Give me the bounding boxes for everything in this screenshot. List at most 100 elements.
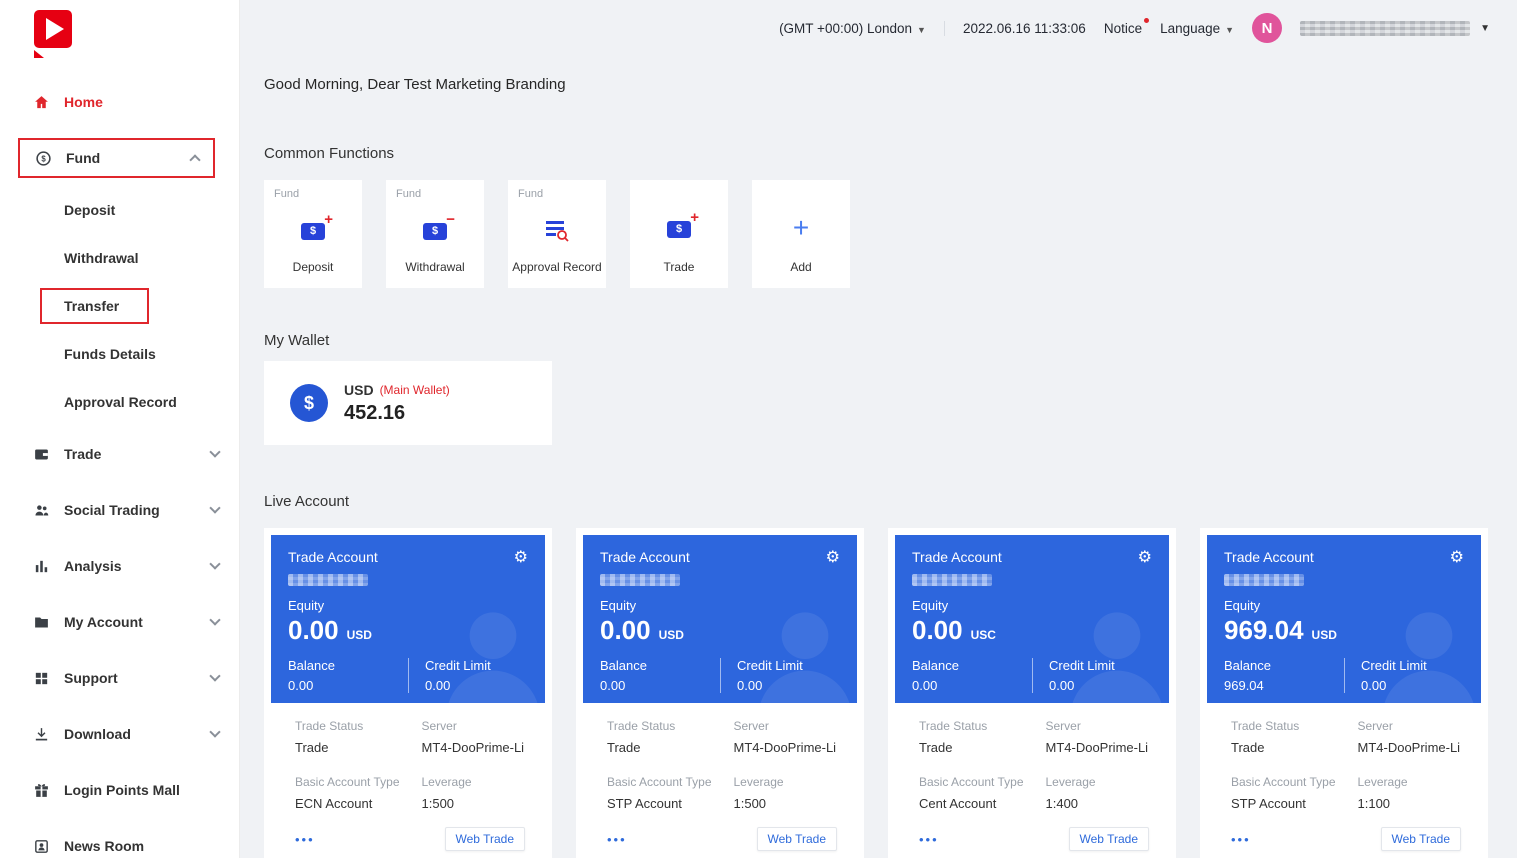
balance-label: Balance: [288, 658, 408, 673]
greeting: Good Morning, Dear Test Marketing Brandi…: [264, 76, 1490, 93]
sidebar-item-trade[interactable]: Trade: [0, 426, 239, 482]
web-trade-button[interactable]: Web Trade: [1069, 827, 1149, 851]
web-trade-button[interactable]: Web Trade: [757, 827, 837, 851]
settings-gear-icon[interactable]: ⚙: [826, 549, 840, 565]
balance-label: Balance: [912, 658, 1032, 673]
my-account-icon: [32, 613, 50, 631]
section-title-my-wallet: My Wallet: [264, 332, 1490, 349]
function-label: Add: [752, 260, 850, 288]
account-number-blurred: [1224, 574, 1304, 586]
equity-value: 0.00: [600, 615, 651, 646]
web-trade-button[interactable]: Web Trade: [1381, 827, 1461, 851]
function-card-deposit[interactable]: Fund $+ Deposit: [264, 180, 362, 288]
chevron-down-icon: [209, 614, 220, 625]
analysis-icon: [32, 557, 50, 575]
app-window: Home $ Fund Deposit Withdrawal Transfer …: [0, 0, 1517, 858]
more-actions-icon[interactable]: •••: [607, 832, 627, 847]
account-card-header: Trade Account ⚙ Equity 0.00 USD Balance …: [271, 535, 545, 703]
sidebar-item-label: Support: [64, 670, 118, 686]
sidebar-item-news-room[interactable]: News Room: [0, 818, 239, 858]
settings-gear-icon[interactable]: ⚙: [1138, 549, 1152, 565]
account-card-body: Trade Status Trade Server MT4-DooPrime-L…: [583, 703, 857, 851]
account-card-header: Trade Account ⚙ Equity 969.04 USD Balanc…: [1207, 535, 1481, 703]
trade-status-field: Trade Status Trade: [295, 719, 422, 755]
sidebar-item-deposit[interactable]: Deposit: [0, 186, 239, 234]
equity-currency: USC: [971, 628, 996, 642]
sidebar-item-transfer[interactable]: Transfer: [0, 282, 239, 330]
balance-value: 969.04: [1224, 678, 1344, 693]
account-card-body: Trade Status Trade Server MT4-DooPrime-L…: [895, 703, 1169, 851]
account-card-title: Trade Account: [1224, 549, 1314, 565]
sidebar-subitem-label: Approval Record: [64, 394, 177, 410]
function-label: Deposit: [264, 260, 362, 288]
sidebar-item-download[interactable]: Download: [0, 706, 239, 762]
function-card-trade[interactable]: $+ Trade: [630, 180, 728, 288]
leverage-field: Leverage 1:500: [422, 775, 526, 811]
settings-gear-icon[interactable]: ⚙: [514, 549, 528, 565]
account-card-title: Trade Account: [912, 549, 1002, 565]
withdrawal-icon: $−: [386, 200, 484, 260]
sidebar-subitem-label: Transfer: [40, 288, 149, 324]
trade-account-card: Trade Account ⚙ Equity 0.00 USD Balance …: [264, 528, 552, 858]
more-actions-icon[interactable]: •••: [295, 832, 315, 847]
chevron-down-icon: [209, 726, 220, 737]
server-field: Server MT4-DooPrime-Li...: [1046, 719, 1150, 755]
sidebar-item-withdrawal[interactable]: Withdrawal: [0, 234, 239, 282]
sidebar-subitem-label: Funds Details: [64, 346, 156, 362]
sidebar-item-approval-record[interactable]: Approval Record: [0, 378, 239, 426]
sidebar-item-label: Social Trading: [64, 502, 160, 518]
function-category: Fund: [386, 180, 484, 200]
sidebar-item-support[interactable]: Support: [0, 650, 239, 706]
trade-account-card: Trade Account ⚙ Equity 0.00 USC Balance …: [888, 528, 1176, 858]
server-field: Server MT4-DooPrime-Li...: [734, 719, 838, 755]
user-menu-caret-icon[interactable]: ▼: [1480, 23, 1490, 34]
function-category: Fund: [264, 180, 362, 200]
web-trade-button[interactable]: Web Trade: [445, 827, 525, 851]
sidebar-item-label: Login Points Mall: [64, 782, 180, 798]
chevron-down-icon: [209, 446, 220, 457]
timezone-label: (GMT +00:00) London: [779, 21, 912, 36]
topbar-divider: [944, 21, 945, 36]
approval-record-icon: [508, 200, 606, 260]
equity-value: 0.00: [912, 615, 963, 646]
sidebar-item-login-points-mall[interactable]: Login Points Mall: [0, 762, 239, 818]
add-icon: +: [752, 196, 850, 260]
account-number-blurred: [912, 574, 992, 586]
balance-value: 0.00: [912, 678, 1032, 693]
avatar[interactable]: N: [1252, 13, 1282, 43]
usd-wallet-icon: $: [290, 384, 328, 422]
topbar: (GMT +00:00) London▼ 2022.06.16 11:33:06…: [264, 0, 1490, 56]
svg-text:$: $: [41, 154, 46, 163]
server-field: Server MT4-DooPrime-Li...: [422, 719, 526, 755]
chevron-down-icon: [209, 502, 220, 513]
news-room-icon: [32, 837, 50, 855]
equity-value: 969.04: [1224, 615, 1304, 646]
server-field: Server MT4-DooPrime-Li...: [1358, 719, 1462, 755]
login-points-mall-icon: [32, 781, 50, 799]
trade-status-field: Trade Status Trade: [919, 719, 1046, 755]
language-selector[interactable]: Language▼: [1160, 21, 1234, 36]
timezone-selector[interactable]: (GMT +00:00) London▼: [779, 21, 926, 36]
settings-gear-icon[interactable]: ⚙: [1450, 549, 1464, 565]
sidebar-item-funds-details[interactable]: Funds Details: [0, 330, 239, 378]
sidebar-item-home[interactable]: Home: [0, 74, 239, 130]
sidebar-item-analysis[interactable]: Analysis: [0, 538, 239, 594]
more-actions-icon[interactable]: •••: [919, 832, 939, 847]
account-number-blurred: [288, 574, 368, 586]
leverage-field: Leverage 1:400: [1046, 775, 1150, 811]
sidebar-item-fund[interactable]: $ Fund: [18, 138, 215, 178]
chevron-down-icon: [209, 670, 220, 681]
sidebar-item-label: Trade: [64, 446, 101, 462]
chevron-up-icon: [189, 154, 200, 165]
balance-value: 0.00: [600, 678, 720, 693]
function-card-approval-record[interactable]: Fund Approval Record: [508, 180, 606, 288]
notice-link[interactable]: Notice: [1104, 21, 1142, 36]
function-card-withdrawal[interactable]: Fund $− Withdrawal: [386, 180, 484, 288]
home-icon: [32, 93, 50, 111]
person-watermark-icon: [735, 589, 857, 703]
sidebar-item-social-trading[interactable]: Social Trading: [0, 482, 239, 538]
sidebar-item-my-account[interactable]: My Account: [0, 594, 239, 650]
function-category: [630, 180, 728, 196]
more-actions-icon[interactable]: •••: [1231, 832, 1251, 847]
function-card-add[interactable]: + Add: [752, 180, 850, 288]
